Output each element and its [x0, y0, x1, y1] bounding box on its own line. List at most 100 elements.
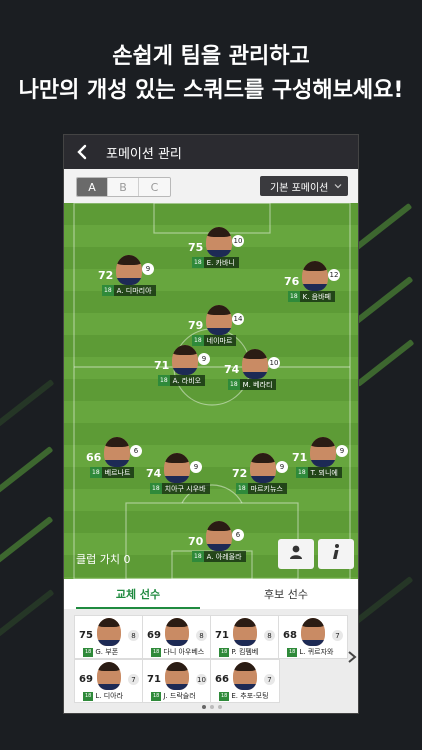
chevron-right-icon[interactable]: [346, 649, 358, 663]
season-badge: 18: [228, 379, 240, 390]
player-slot[interactable]: 71 9 18 T. 뫼니에: [292, 437, 358, 487]
player-slot[interactable]: 74 10 18 M. 베라티: [224, 349, 290, 399]
player-slot[interactable]: 76 12 18 K. 음바페: [284, 261, 350, 311]
player-portrait: [242, 349, 268, 379]
player-rating: 68: [283, 630, 297, 641]
player-rating: 66: [86, 451, 102, 464]
player-level-badge: 9: [198, 353, 210, 365]
bench-card[interactable]: 75 8 18 G. 부폰: [74, 615, 144, 659]
player-name: J. 드락슬러: [163, 692, 196, 700]
squad-tab-a[interactable]: A: [77, 178, 108, 196]
chevron-left-icon[interactable]: [74, 143, 92, 161]
season-badge: 18: [83, 691, 94, 701]
player-slot[interactable]: 71 9 18 A. 라비오: [154, 345, 220, 395]
app-window: 포메이션 관리 A B C 기본 포메이션 75 10 18 E. 카바니 72…: [63, 134, 359, 714]
player-portrait: [206, 227, 232, 257]
bench-card[interactable]: 71 8 18 P. 킴펨베: [210, 615, 280, 659]
player-namebar: 18 K. 음바페: [288, 291, 336, 302]
season-badge: 18: [158, 375, 170, 386]
player-portrait: [233, 618, 257, 646]
bg-stripe: [0, 379, 55, 427]
season-badge: 18: [219, 647, 230, 657]
player-name: L. 퀴르자와: [299, 648, 334, 656]
player-level-badge: 8: [264, 630, 275, 641]
substitutes-panel: 교체 선수 후보 선수 75 8 18 G. 부폰 69 8 18 다니 아우베스 …: [64, 579, 358, 713]
page-dot: [202, 705, 206, 709]
player-slot[interactable]: 66 6 18 베르나트: [86, 437, 152, 487]
player-name: 네이마르: [206, 336, 233, 345]
tab-substitutes[interactable]: 교체 선수: [64, 579, 212, 609]
player-rating: 75: [188, 241, 204, 254]
season-badge: 18: [102, 285, 114, 296]
player-portrait: [250, 453, 276, 483]
bench-card[interactable]: 69 7 18 L. 디아라: [74, 659, 144, 703]
club-value: 클럽 가치 0: [76, 551, 130, 567]
promo-headline-line2: 나만의 개성 있는 스쿼드를 구성해보세요!: [18, 78, 404, 103]
player-rating: 71: [215, 630, 229, 641]
player-portrait: [165, 662, 189, 690]
season-badge: 18: [90, 467, 102, 478]
bg-stripe: [0, 446, 54, 500]
season-badge: 18: [236, 483, 248, 494]
player-name: 치아구 시우바: [164, 484, 206, 493]
season-badge: 18: [288, 291, 300, 302]
bench-card[interactable]: 66 7 18 E. 추포-모팅: [210, 659, 280, 703]
player-name: T. 뫼니에: [310, 468, 338, 477]
player-level-badge: 9: [142, 263, 154, 275]
player-rating: 79: [188, 319, 204, 332]
player-name: E. 추포-모팅: [231, 692, 269, 700]
player-rating: 69: [79, 674, 93, 685]
player-name: L. 디아라: [95, 692, 124, 700]
player-namebar: 18 G. 부폰: [83, 647, 118, 657]
bench-card[interactable]: 68 7 18 L. 퀴르자와: [278, 615, 348, 659]
chevron-down-icon: [334, 182, 342, 190]
player-level-badge: 14: [232, 313, 244, 325]
tab-reserves[interactable]: 후보 선수: [212, 579, 358, 609]
page-indicator: [64, 705, 358, 709]
player-name: P. 킴펨베: [231, 648, 259, 656]
bench-card[interactable]: 69 8 18 다니 아우베스: [142, 615, 212, 659]
player-rating: 72: [232, 467, 248, 480]
player-level-badge: 9: [336, 445, 348, 457]
player-portrait: [206, 305, 232, 335]
player-level-badge: 10: [196, 674, 207, 685]
page-dot: [218, 705, 222, 709]
bg-stripe: [355, 339, 415, 387]
player-name: 베르나트: [104, 468, 131, 477]
player-portrait: [116, 255, 142, 285]
top-bar: 포메이션 관리: [64, 135, 358, 169]
season-badge: 18: [151, 647, 162, 657]
club-value-amount: 0: [123, 553, 131, 566]
player-portrait: [172, 345, 198, 375]
player-slot[interactable]: 70 6 18 A. 아레올라: [188, 521, 254, 571]
user-icon: [288, 544, 304, 564]
info-button[interactable]: [318, 539, 354, 569]
player-level-badge: 9: [276, 461, 288, 473]
club-value-label: 클럽 가치: [76, 553, 120, 566]
player-level-badge: 9: [190, 461, 202, 473]
player-level-badge: 6: [232, 529, 244, 541]
player-namebar: 18 E. 추포-모팅: [219, 691, 269, 701]
player-slot[interactable]: 74 9 18 치아구 시우바: [146, 453, 212, 503]
player-slot[interactable]: 72 9 18 마르키뉴스: [232, 453, 298, 503]
player-rating: 71: [154, 359, 170, 372]
season-badge: 18: [83, 647, 94, 657]
formation-dropdown[interactable]: 기본 포메이션: [260, 176, 348, 196]
player-level-badge: 12: [328, 269, 340, 281]
page-dot: [210, 705, 214, 709]
player-level-badge: 10: [232, 235, 244, 247]
squad-tabs: A B C: [76, 177, 171, 197]
player-slot[interactable]: 75 10 18 E. 카바니: [188, 227, 254, 277]
player-portrait: [97, 662, 121, 690]
player-info-button[interactable]: [278, 539, 314, 569]
squad-tab-c[interactable]: C: [139, 178, 170, 196]
player-slot[interactable]: 72 9 18 A. 디마리아: [98, 255, 164, 305]
bench-tabs: 교체 선수 후보 선수: [64, 579, 358, 609]
bench-card[interactable]: 71 10 18 J. 드락슬러: [142, 659, 212, 703]
player-level-badge: 10: [268, 357, 280, 369]
squad-tab-b[interactable]: B: [108, 178, 139, 196]
player-level-badge: 8: [196, 630, 207, 641]
player-rating: 69: [147, 630, 161, 641]
player-level-badge: 8: [128, 630, 139, 641]
player-portrait: [233, 662, 257, 690]
